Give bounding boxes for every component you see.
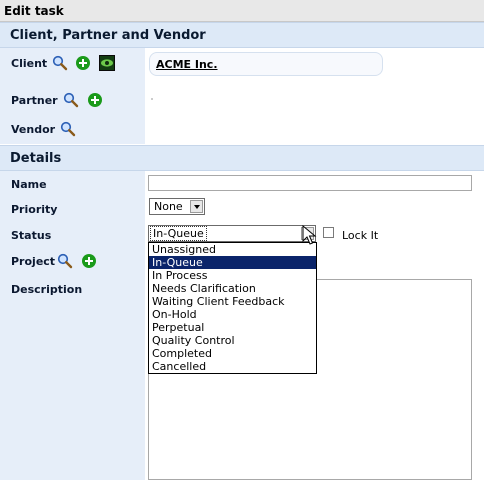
status-select[interactable]: In-Queue bbox=[148, 225, 316, 242]
label-column-details bbox=[0, 171, 145, 480]
status-option[interactable]: Completed bbox=[149, 347, 316, 360]
status-option[interactable]: On-Hold bbox=[149, 308, 316, 321]
client-label: Client bbox=[11, 57, 48, 70]
lock-label: Lock It bbox=[342, 229, 379, 242]
status-option-highlighted[interactable]: In-Queue bbox=[149, 256, 316, 269]
status-option[interactable]: Waiting Client Feedback bbox=[149, 295, 316, 308]
partner-search-icon[interactable] bbox=[63, 92, 79, 108]
lock-checkbox[interactable] bbox=[323, 227, 334, 238]
priority-value: None bbox=[154, 200, 183, 213]
status-option[interactable]: Needs Clarification bbox=[149, 282, 316, 295]
mouse-pointer-icon bbox=[302, 224, 318, 247]
client-value-box: ACME Inc. bbox=[149, 52, 383, 76]
status-option[interactable]: Cancelled bbox=[149, 360, 316, 373]
client-add-icon[interactable] bbox=[75, 55, 91, 71]
client-link[interactable]: ACME Inc. bbox=[156, 58, 218, 71]
status-dropdown-list[interactable]: Unassigned In-Queue In Process Needs Cla… bbox=[148, 242, 317, 374]
description-label: Description bbox=[11, 283, 83, 296]
name-label: Name bbox=[11, 178, 47, 191]
priority-label: Priority bbox=[11, 203, 58, 216]
vendor-label: Vendor bbox=[11, 123, 56, 136]
partner-add-icon[interactable] bbox=[87, 92, 103, 108]
priority-dropdown-arrow-icon[interactable] bbox=[190, 200, 203, 213]
window-title: Edit task bbox=[0, 0, 484, 22]
partner-value-placeholder bbox=[151, 98, 153, 100]
priority-select[interactable]: None bbox=[149, 198, 205, 215]
client-search-icon[interactable] bbox=[52, 55, 68, 71]
project-search-icon[interactable] bbox=[57, 253, 73, 269]
section-header-client-partner-vendor: Client, Partner and Vendor bbox=[0, 22, 484, 48]
client-view-icon[interactable] bbox=[99, 55, 115, 71]
status-option[interactable]: In Process bbox=[149, 269, 316, 282]
status-option[interactable]: Quality Control bbox=[149, 334, 316, 347]
section-header-details: Details bbox=[0, 145, 484, 171]
project-add-icon[interactable] bbox=[81, 253, 97, 269]
partner-label: Partner bbox=[11, 94, 58, 107]
vendor-search-icon[interactable] bbox=[60, 121, 76, 137]
name-input[interactable] bbox=[148, 175, 472, 191]
status-label: Status bbox=[11, 229, 52, 242]
project-label: Project bbox=[11, 255, 56, 268]
status-option[interactable]: Unassigned bbox=[149, 243, 316, 256]
status-option[interactable]: Perpetual bbox=[149, 321, 316, 334]
status-value: In-Queue bbox=[150, 226, 207, 241]
